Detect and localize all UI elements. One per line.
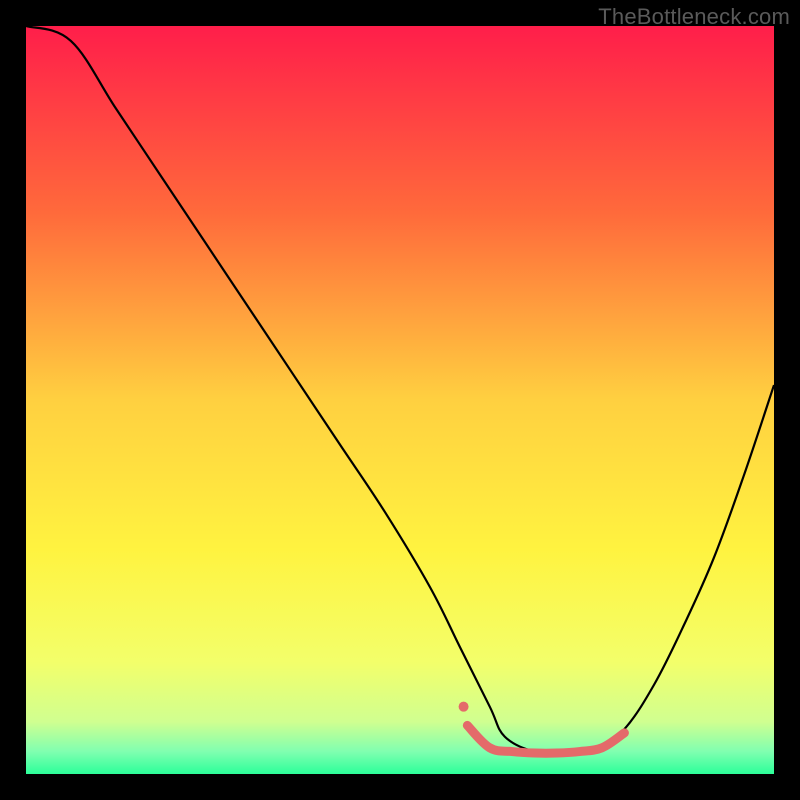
chart-area <box>26 26 774 774</box>
highlight-dot <box>459 702 469 712</box>
watermark-text: TheBottleneck.com <box>598 4 790 30</box>
chart-overlay <box>26 26 774 774</box>
bottleneck-curve <box>26 26 774 753</box>
highlight-band <box>467 725 624 753</box>
